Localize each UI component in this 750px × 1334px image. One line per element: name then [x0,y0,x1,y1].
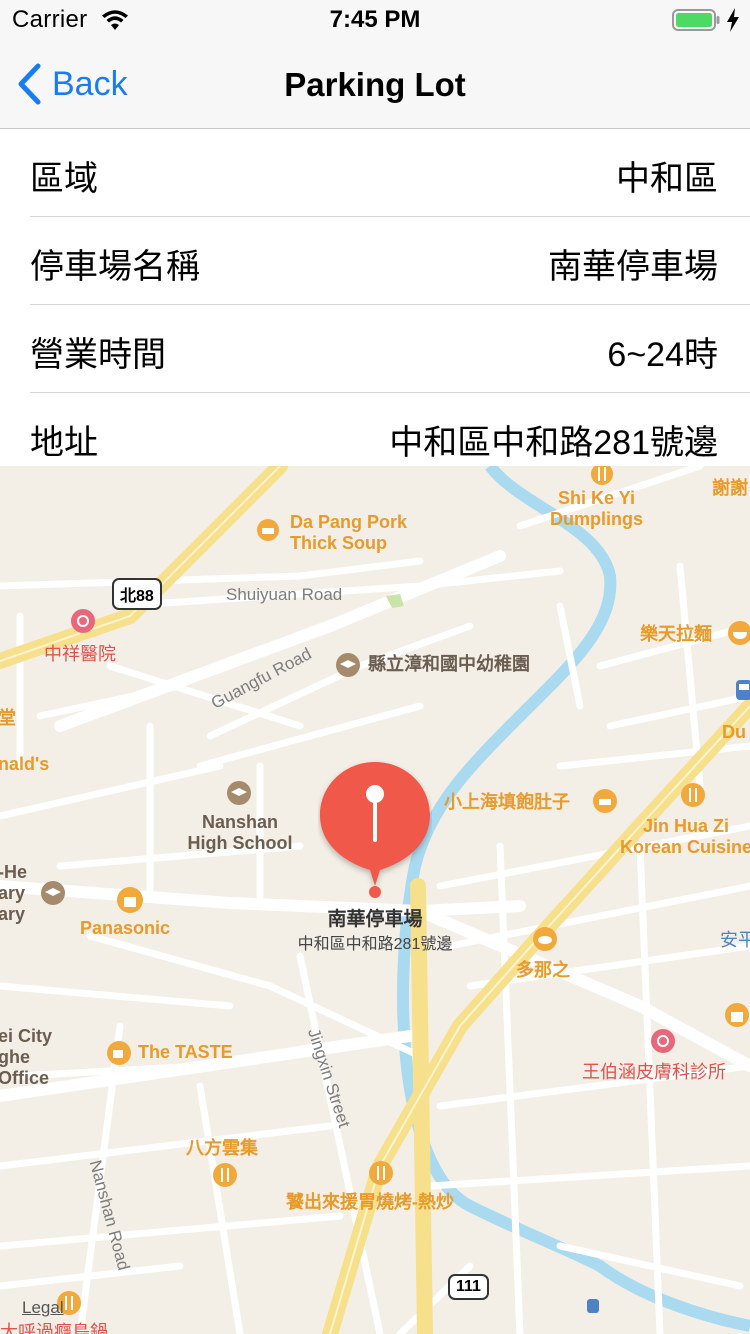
poi-label: -He [0,862,28,882]
poi-xie[interactable]: 謝謝 [712,478,748,499]
poi-du[interactable]: Du [722,722,746,743]
detail-label: 區域 [30,160,98,198]
detail-row-district: 區域 中和區 [30,129,750,217]
poi-duona[interactable]: 多那之 [516,960,570,981]
poi-wangbo[interactable]: 王伯涵皮膚科診所 [582,1058,726,1084]
poi-bottom[interactable]: 大呼過癮島鍋 [0,1318,108,1334]
poi-dapang[interactable]: Da Pang Pork Thick Soup [290,512,407,554]
poi-label: Shi Ke Yi [557,488,636,508]
poi-label: ghe [0,1047,31,1067]
cafe-icon [107,1041,131,1065]
restaurant-icon [369,1161,393,1185]
road-label: Shuiyuan Road [226,585,343,604]
map-pin-marker[interactable] [318,758,432,900]
navigation-bar: Back Parking Lot [0,40,750,129]
battery-icon [672,9,720,31]
poi-label: Korean Cuisine [620,837,750,857]
bus-stop-icon [736,680,750,700]
detail-label: 停車場名稱 [30,248,200,286]
hospital-icon [651,1029,675,1053]
poi-label: Office [0,1068,50,1088]
school-icon [227,781,251,805]
poi-kindergarten[interactable]: 縣立漳和國中幼稚園 [368,654,530,675]
poi-bafang[interactable]: 八方雲集 [186,1138,258,1159]
detail-table: 區域 中和區 停車場名稱 南華停車場 營業時間 6~24時 地址 中和區中和路2… [0,129,750,471]
food-icon [593,789,617,813]
poi-label: Dumplings [550,509,643,529]
pin-title: 南華停車場 [327,909,423,930]
poi-label: ei City [0,1026,53,1046]
poi-letian[interactable]: 樂天拉麵 [640,624,712,645]
page-title: Parking Lot [284,66,466,103]
school-icon [41,881,65,905]
restaurant-icon [591,466,613,485]
detail-value: 6~24時 [607,336,718,374]
poi-label: ary [0,883,26,903]
poi-jinhua[interactable]: Jin Hua Zi Korean Cuisine [620,816,750,858]
detail-value: 中和區中和路281號邊 [389,424,718,462]
detail-value: 南華停車場 [548,248,718,286]
charging-bolt-icon [727,8,739,32]
route-shield: 北88 [112,578,162,610]
poi-label: Jin Hua Zi [643,816,730,836]
bakery-icon [533,927,557,951]
poi-label: Da Pang Pork [290,512,408,532]
detail-row-name: 停車場名稱 南華停車場 [30,217,750,305]
shopping-bag-icon [117,887,143,913]
poi-shikeyi[interactable]: Shi Ke Yi Dumplings [550,488,643,530]
map-view[interactable]: Shuiyuan Road Guangfu Road Jingxin Stree… [0,466,750,1334]
restaurant-icon [681,783,705,807]
poi-nanshan-high[interactable]: Nanshan High School [180,812,300,854]
detail-label: 營業時間 [30,336,166,374]
poi-xiaoshanghai[interactable]: 小上海填飽肚子 [444,792,570,813]
poi-panasonic[interactable]: Panasonic [80,918,170,939]
detail-value: 中和區 [616,160,718,198]
poi-label: Nanshan [201,812,279,832]
poi-city-office[interactable]: ei City ghe Office [0,1026,52,1089]
poi-label: ary [0,904,26,924]
food-icon [257,519,279,541]
poi-label: High School [187,833,293,853]
poi-anping[interactable]: 安平 [720,926,750,952]
detail-row-address: 地址 中和區中和路281號邊 [30,393,750,471]
school-icon [336,653,360,677]
bus-stop-icon [587,1299,599,1313]
pin-subtitle: 中和區中和路281號邊 [297,936,453,953]
poi-label: Thick Soup [290,533,388,553]
legal-link[interactable]: Legal [22,1298,64,1318]
poi-tang[interactable]: 堂 [0,708,16,729]
poi-canchu[interactable]: 饕出來援胃燒烤-熱炒 [286,1192,454,1213]
detail-row-hours: 營業時間 6~24時 [30,305,750,393]
hospital-icon [71,609,95,633]
status-bar: Carrier 7:45 PM [0,0,750,40]
poi-zhongxiang[interactable]: 中祥醫院 [44,640,116,666]
shopping-bag-icon [725,1003,749,1027]
status-time: 7:45 PM [329,6,421,33]
poi-taste[interactable]: The TASTE [138,1042,233,1063]
poi-he-library[interactable]: -He ary ary [0,862,27,925]
route-shield: 111 [448,1274,489,1300]
restaurant-icon [213,1163,237,1187]
poi-nalds[interactable]: nald's [0,754,49,775]
detail-label: 地址 [30,424,98,462]
ramen-icon [728,621,750,645]
